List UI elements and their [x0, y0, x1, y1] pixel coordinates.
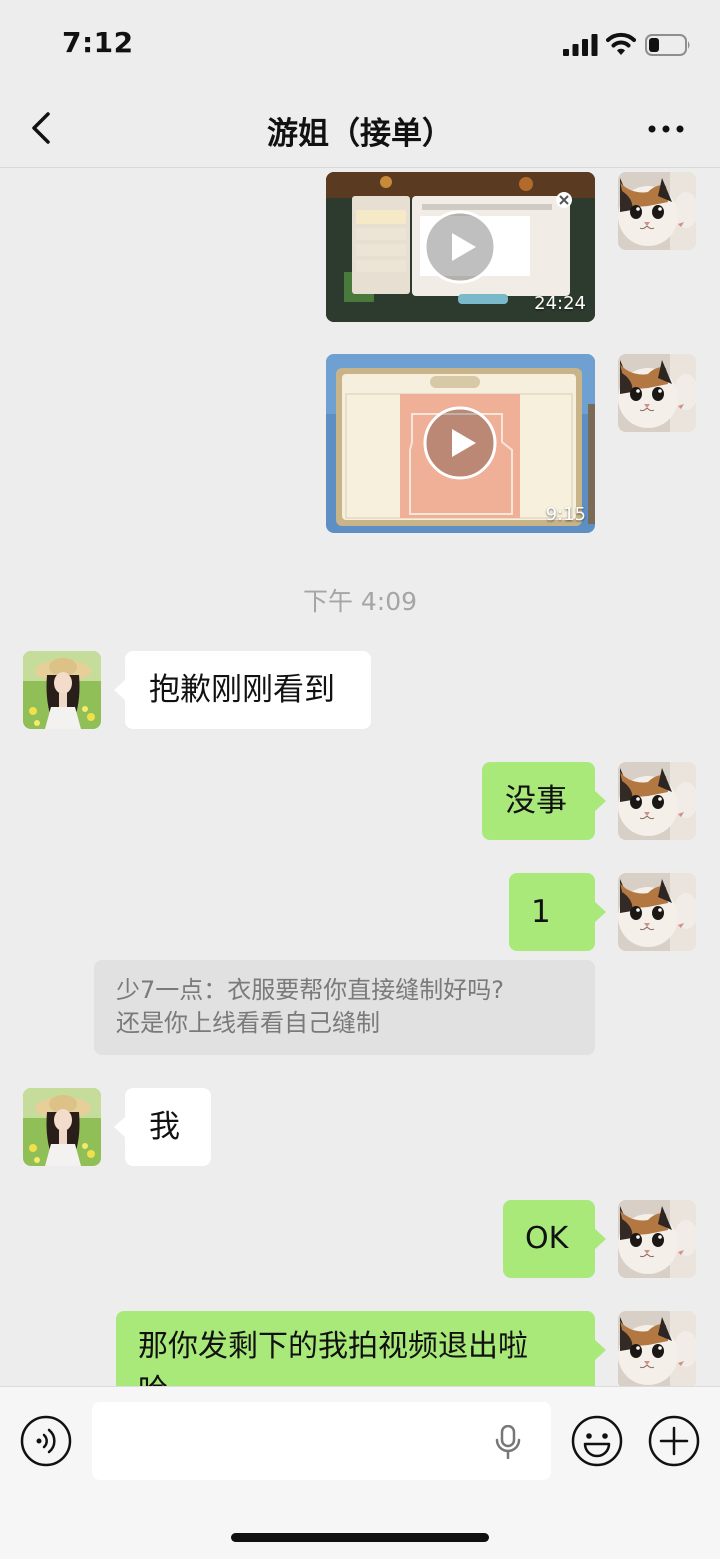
voice-input-button[interactable] [20, 1415, 72, 1467]
message-text: 哈 [138, 1369, 573, 1386]
home-indicator [231, 1533, 489, 1542]
message-list[interactable]: 24:24 9:15 下午 4:09 抱歉刚刚看到 没事 1 少7一点：衣服要帮… [0, 169, 720, 1386]
message-timestamp: 下午 4:09 [302, 587, 418, 616]
message-bubble-outgoing[interactable]: 1 [509, 873, 606, 951]
avatar-image [618, 354, 696, 432]
message-bubble-outgoing[interactable]: 没事 [482, 762, 606, 840]
play-icon [423, 406, 497, 480]
message-bubble-incoming[interactable]: 我 [114, 1088, 211, 1166]
more-options-button[interactable] [645, 114, 687, 144]
quoted-message[interactable]: 少7一点：衣服要帮你直接缝制好吗? 还是你上线看看自己缝制 [94, 960, 595, 1055]
video-message[interactable]: 24:24 [326, 172, 595, 322]
avatar[interactable] [618, 1311, 696, 1386]
wifi-icon [606, 32, 636, 55]
avatar[interactable] [618, 1200, 696, 1278]
avatar-image [23, 1088, 101, 1166]
avatar-image [618, 172, 696, 250]
chat-title: 游姐（接单） [267, 116, 453, 152]
avatar[interactable] [618, 762, 696, 840]
quote-line: 还是你上线看看自己缝制 [116, 1009, 380, 1037]
message-bubble-outgoing[interactable]: OK [503, 1200, 606, 1278]
play-icon [423, 210, 497, 284]
battery-icon [645, 34, 690, 56]
video-message[interactable]: 9:15 [326, 354, 595, 533]
avatar[interactable] [23, 651, 101, 729]
microphone-icon[interactable] [494, 1425, 522, 1459]
emoji-button[interactable] [571, 1415, 623, 1467]
quote-line: 少7一点：衣服要帮你直接缝制好吗? [116, 976, 505, 1004]
message-bubble-outgoing[interactable]: 那你发剩下的我拍视频退出啦 哈 [116, 1311, 606, 1386]
avatar-image [618, 873, 696, 951]
chat-header: 游姐（接单） [0, 88, 720, 168]
status-bar: 7:12 [0, 0, 720, 88]
message-input[interactable] [92, 1402, 551, 1480]
video-duration: 9:15 [545, 504, 586, 525]
avatar[interactable] [23, 1088, 101, 1166]
avatar-image [618, 1311, 696, 1386]
avatar-image [23, 651, 101, 729]
status-time: 7:12 [62, 26, 134, 59]
video-duration: 24:24 [534, 293, 586, 314]
signal-icon [563, 34, 598, 56]
avatar-image [618, 762, 696, 840]
message-bubble-incoming[interactable]: 抱歉刚刚看到 [114, 651, 371, 729]
add-button[interactable] [648, 1415, 700, 1467]
avatar-image [618, 1200, 696, 1278]
message-text: 那你发剩下的我拍视频退出啦 [138, 1329, 528, 1364]
avatar[interactable] [618, 873, 696, 951]
avatar[interactable] [618, 172, 696, 250]
avatar[interactable] [618, 354, 696, 432]
input-bar [0, 1386, 720, 1559]
